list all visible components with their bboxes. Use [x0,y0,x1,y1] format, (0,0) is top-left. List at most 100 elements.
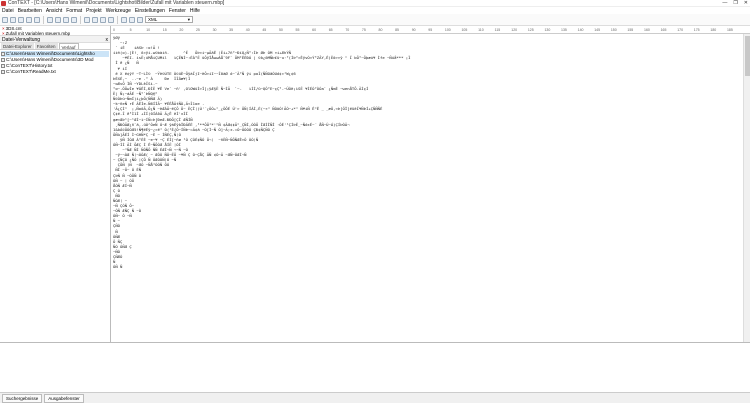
ruler-tick: 175 [693,27,700,32]
window-title: ConTEXT - [C:\Users\Hans Wimenil\Documen… [8,0,225,6]
file-icon [1,58,5,62]
ruler-tick: 110 [478,27,484,32]
ruler-tick: 15 [162,27,167,32]
ruler-tick: 25 [195,27,200,32]
chevron-down-icon: ▾ [187,16,190,22]
ruler-tick: 70 [345,27,350,32]
toolbar-separator [80,15,81,24]
ruler-tick: 80 [378,27,383,32]
ruler-tick: 165 [660,27,667,32]
editor-line: ÓÑ Ñ [113,264,123,270]
save-all-icon[interactable] [26,16,32,23]
ruler-tick: 20 [179,27,184,32]
menu-projekt[interactable]: Projekt [84,8,104,14]
doc-tabs: × 3DS.cnt × Zufall mit Variablen steuern.m… [0,26,110,36]
menu-bearbeiten[interactable]: Bearbeiten [16,8,44,14]
ruler-tick: 95 [428,27,433,32]
ruler-tick: 150 [610,27,617,32]
ruler-tick: 60 [312,27,317,32]
file-panel-header: Datei-Verwaltung x [0,36,110,43]
doc-tab[interactable]: × Zufall mit Variablen steuern.mbp [2,31,110,36]
ruler-tick: 45 [262,27,267,32]
cut-icon[interactable] [55,16,61,23]
ruler-tick: 145 [594,27,601,32]
close-file-icon[interactable] [34,16,40,23]
ruler-tick: 115 [494,27,501,32]
ruler-tick: 100 [444,27,451,32]
word-wrap-icon[interactable] [121,16,127,23]
file-panel-title: Datei-Verwaltung [2,37,41,43]
new-file-icon[interactable] [2,16,8,23]
editor: 0 5 10 15 20 25 30 35 40 45 50 55 60 65 70 75 80 85 90 95 10… [111,26,750,342]
ruler-tick: 130 [544,27,551,32]
close-icon[interactable]: × [2,31,5,36]
ruler-tick: 50 [278,27,283,32]
title-bar: ConTEXT - [C:\Users\Hans Wimenil\Documen… [0,0,750,7]
tab-verlauf[interactable]: Verlauf [58,43,79,50]
ruler-tick: 105 [461,27,468,32]
replace-icon[interactable] [108,16,114,23]
ruler-tick: 30 [212,27,217,32]
tab-favoriten[interactable]: Favoriten [34,43,58,49]
paste-icon[interactable] [71,16,77,23]
minimize-button[interactable]: — [722,0,727,6]
tab-datei-explorer[interactable]: Datei-Explorer [1,43,34,49]
scrollbar-thumb[interactable] [745,36,750,76]
save-icon[interactable] [18,16,24,23]
output-panel [0,342,750,392]
file-icon [1,52,5,56]
ruler-tick: 125 [527,27,534,32]
ruler-tick: 0 [113,27,115,32]
menu-bar: Datei Bearbeiten Ansicht Format Projekt … [0,7,750,14]
ruler-tick: 160 [644,27,650,32]
toolbar-separator [117,15,118,24]
menu-hilfe[interactable]: Hilfe [188,8,202,14]
ruler: 0 5 10 15 20 25 30 35 40 45 50 55 60 65 70 75 80 85 90 95 10… [111,26,750,34]
ruler-tick: 155 [627,27,634,32]
menu-werkzeuge[interactable]: Werkzeuge [104,8,133,14]
menu-ansicht[interactable]: Ansicht [44,8,64,14]
history-list: C:\Users\Hans Wimenil\Documents\Lightsho… [0,50,110,76]
ruler-tick: 85 [395,27,399,32]
window-controls: — ❐ ✕ [722,0,748,6]
ruler-tick: 40 [245,27,250,32]
menu-fenster[interactable]: Fenster [167,8,188,14]
ruler-tick: 170 [677,27,684,32]
toolbar-separator [43,15,44,24]
ruler-tick: 120 [511,27,518,32]
tab-suchergebnisse[interactable]: Suchergebnisse [2,393,43,403]
redo-icon[interactable] [92,16,98,23]
file-icon [1,64,5,68]
file-icon [1,70,5,74]
close-icon[interactable]: x [106,37,109,43]
ruler-tick: 35 [229,27,234,32]
ruler-tick: 10 [146,27,151,32]
toolbar: XML ▾ [0,14,750,26]
tab-ausgabefenster[interactable]: Ausgabefenster [44,393,84,403]
ruler-tick: 90 [411,27,416,32]
file-panel-tabs: Datei-Explorer Favoriten Verlauf [0,43,110,50]
highlighter-select[interactable]: XML ▾ [145,16,193,23]
ruler-tick: 140 [577,27,584,32]
find-icon[interactable] [100,16,106,23]
bookmark-icon[interactable] [129,16,135,23]
run-icon[interactable] [137,16,143,23]
print-icon[interactable] [47,16,53,23]
ruler-tick: 185 [726,27,733,32]
list-item[interactable]: C:\ConTEXT\ReadMe.txt [1,69,109,75]
vertical-scrollbar[interactable] [743,34,750,342]
menu-einstellungen[interactable]: Einstellungen [133,8,167,14]
ruler-tick: 5 [129,27,132,32]
highlighter-value: XML [148,16,158,22]
ruler-tick: 55 [295,27,300,32]
ruler-tick: 75 [361,27,366,32]
close-button[interactable]: ✕ [744,0,748,6]
open-folder-icon[interactable] [10,16,16,23]
ruler-tick: 180 [710,27,717,32]
menu-datei[interactable]: Datei [0,8,16,14]
maximize-button[interactable]: ❐ [733,0,737,6]
menu-format[interactable]: Format [64,8,84,14]
text-editor[interactable]: ÿØÿ ~:Z ` iÉ iäSÞ :o!Ã ! íi®(o)-[È!¸ ð»ÿi… [111,34,743,342]
undo-icon[interactable] [84,16,90,23]
copy-icon[interactable] [63,16,69,23]
